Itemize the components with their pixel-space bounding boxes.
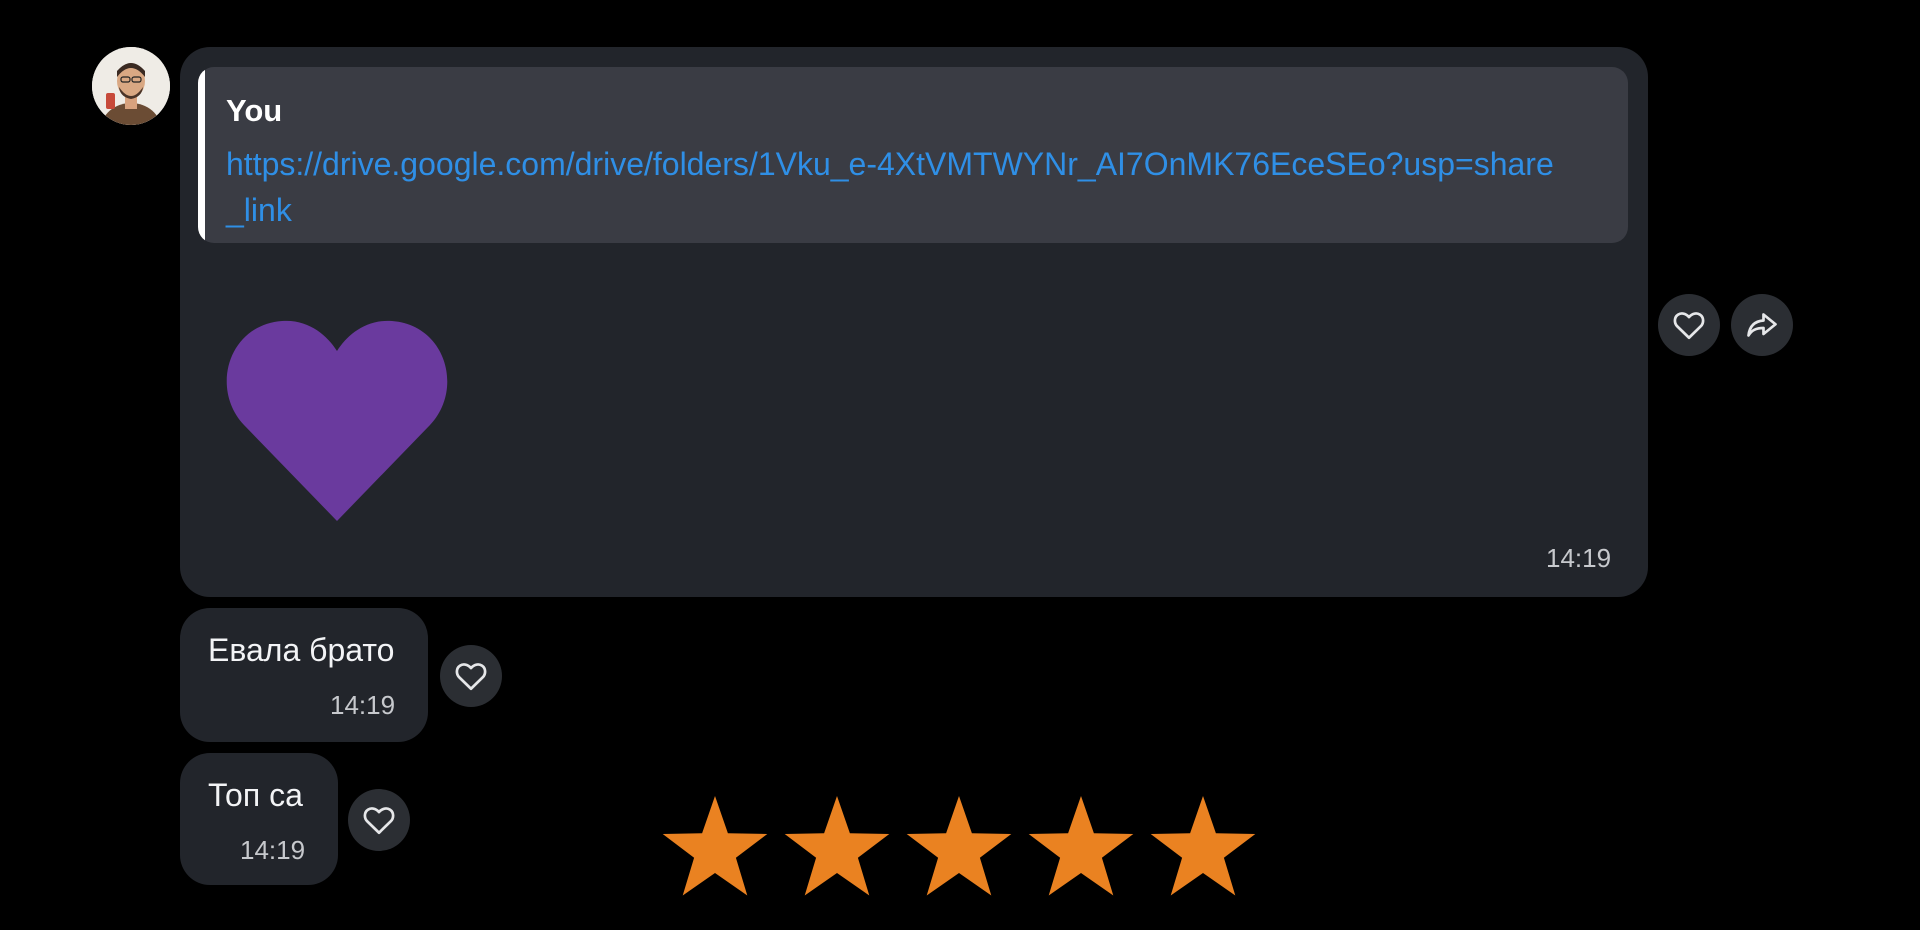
user-avatar-photo [92,47,170,125]
reply-quote[interactable]: You https://drive.google.com/drive/folde… [198,67,1628,243]
message-bubble[interactable]: Топ са 14:19 [180,753,338,885]
react-heart-button[interactable] [440,645,502,707]
quote-author: You [226,93,283,128]
message-time: 14:19 [330,690,396,720]
star-icon [906,796,1012,896]
star-icon [784,796,890,896]
heart-react-icon [455,663,487,691]
quote-link[interactable]: https://drive.google.com/drive/folders/1… [226,141,1566,233]
star-icon [1028,796,1134,896]
forward-icon [1747,313,1777,337]
heart-react-icon [1673,312,1705,340]
chat-view: You https://drive.google.com/drive/folde… [0,0,1920,930]
message-time: 14:19 [1546,543,1612,573]
react-heart-button[interactable] [1658,294,1720,356]
quote-accent-bar [198,67,205,243]
message-time: 14:19 [240,835,306,865]
message-text: Топ са [208,777,303,813]
sender-avatar[interactable] [92,47,170,125]
purple-heart-sticker [226,320,448,521]
star-rating [660,793,1258,901]
message-bubble-reply[interactable]: You https://drive.google.com/drive/folde… [180,47,1648,597]
react-heart-button[interactable] [348,789,410,851]
message-text: Евала брато [208,632,395,668]
forward-button[interactable] [1731,294,1793,356]
star-icon [662,796,768,896]
heart-react-icon [363,807,395,835]
star-icon [1150,796,1256,896]
message-bubble[interactable]: Евала брато 14:19 [180,608,428,742]
